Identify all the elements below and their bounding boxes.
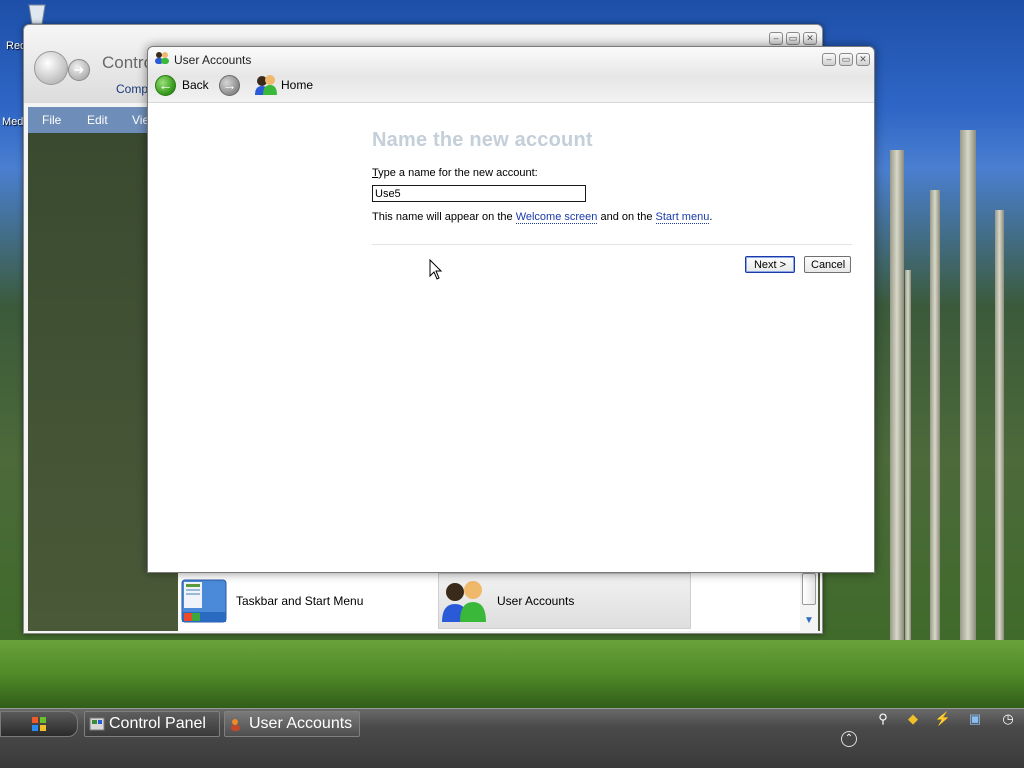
name-hint: This name will appear on the Welcome scr… <box>372 211 713 224</box>
power-icon[interactable]: ⚡ <box>933 711 953 729</box>
scroll-thumb[interactable] <box>802 573 816 605</box>
network-icon[interactable]: ▣ <box>965 711 985 729</box>
scrollbar[interactable]: ▼ <box>800 573 818 631</box>
start-button[interactable] <box>0 711 78 737</box>
taskbar-item-label: Control Panel <box>109 715 206 732</box>
search-icon[interactable]: ⚲ <box>873 711 893 729</box>
start-menu-link[interactable]: Start menu <box>655 211 710 224</box>
recycle-bin-icon[interactable] <box>25 2 49 26</box>
home-link[interactable]: Home <box>281 78 313 92</box>
account-name-input[interactable] <box>372 185 586 202</box>
close-button[interactable]: ✕ <box>856 53 870 66</box>
wizard-body: Name the new account Type a name for the… <box>148 104 874 572</box>
menu-bar: File Edit Vie <box>28 107 163 133</box>
next-button[interactable]: Next > <box>745 256 795 273</box>
maximize-button[interactable]: ▭ <box>786 32 800 45</box>
back-arrow-icon[interactable] <box>34 51 68 85</box>
minimize-button[interactable]: – <box>822 53 836 66</box>
back-button-label[interactable]: Back <box>182 78 209 92</box>
prompt-text: ype a name for the new account: <box>378 167 538 179</box>
user-accounts-titlebar[interactable]: User Accounts – ▭ ✕ ← Back → Home <box>148 47 874 103</box>
window-title: User Accounts <box>174 53 252 67</box>
tile-user-accounts[interactable]: User Accounts <box>438 573 691 629</box>
control-panel-icon <box>89 717 105 731</box>
user-accounts-title-icon <box>155 52 169 64</box>
welcome-screen-link[interactable]: Welcome screen <box>515 211 598 224</box>
clock-icon[interactable]: ◷ <box>998 711 1018 729</box>
security-icon[interactable]: ◆ <box>903 711 923 729</box>
user-accounts-window[interactable]: User Accounts – ▭ ✕ ← Back → Home Name t… <box>147 46 875 573</box>
taskbar: Control Panel User Accounts ⚲ ◆ ⚡ ▣ ◷ ⌃ <box>0 708 1024 768</box>
menu-file[interactable]: File <box>42 113 61 127</box>
scroll-down-arrow-icon[interactable]: ▼ <box>804 615 814 626</box>
hint-text: and on the <box>597 211 656 223</box>
breadcrumb[interactable]: Comp <box>116 82 148 96</box>
maximize-button[interactable]: ▭ <box>839 53 853 66</box>
divider <box>372 244 852 245</box>
back-arrow-icon[interactable]: ← <box>155 75 176 96</box>
cancel-button[interactable]: Cancel <box>804 256 851 273</box>
user-accounts-icon <box>231 719 240 731</box>
tile-label: Taskbar and Start Menu <box>236 594 364 608</box>
tile-label: User Accounts <box>497 594 575 608</box>
taskbar-item-control-panel[interactable]: Control Panel <box>84 711 220 737</box>
control-panel-items: Taskbar and Start Menu User Accounts <box>178 573 818 631</box>
page-title: Name the new account <box>372 129 593 151</box>
home-users-icon[interactable] <box>254 74 278 96</box>
minimize-button[interactable]: – <box>769 32 783 45</box>
window-title: Contro <box>102 53 154 72</box>
account-name-label: Type a name for the new account: <box>372 167 538 179</box>
hint-text: . <box>709 211 713 223</box>
taskbar-item-label: User Accounts <box>249 715 353 732</box>
menu-edit[interactable]: Edit <box>87 113 108 127</box>
forward-arrow-icon[interactable]: ➜ <box>68 59 90 81</box>
forward-arrow-icon[interactable]: → <box>219 75 240 96</box>
close-button[interactable]: ✕ <box>803 32 817 45</box>
taskbar-item-user-accounts[interactable]: User Accounts <box>224 711 360 737</box>
windows-logo-icon <box>32 717 46 731</box>
mouse-cursor-icon <box>429 259 443 280</box>
desktop-icon-label: Med <box>2 116 24 128</box>
show-hidden-icons-icon[interactable]: ⌃ <box>841 731 857 747</box>
tile-taskbar-start-menu[interactable]: Taskbar and Start Menu <box>180 573 436 629</box>
user-accounts-icon <box>442 581 486 622</box>
hint-text: This name will appear on the <box>372 211 516 223</box>
taskbar-icon <box>181 579 227 623</box>
